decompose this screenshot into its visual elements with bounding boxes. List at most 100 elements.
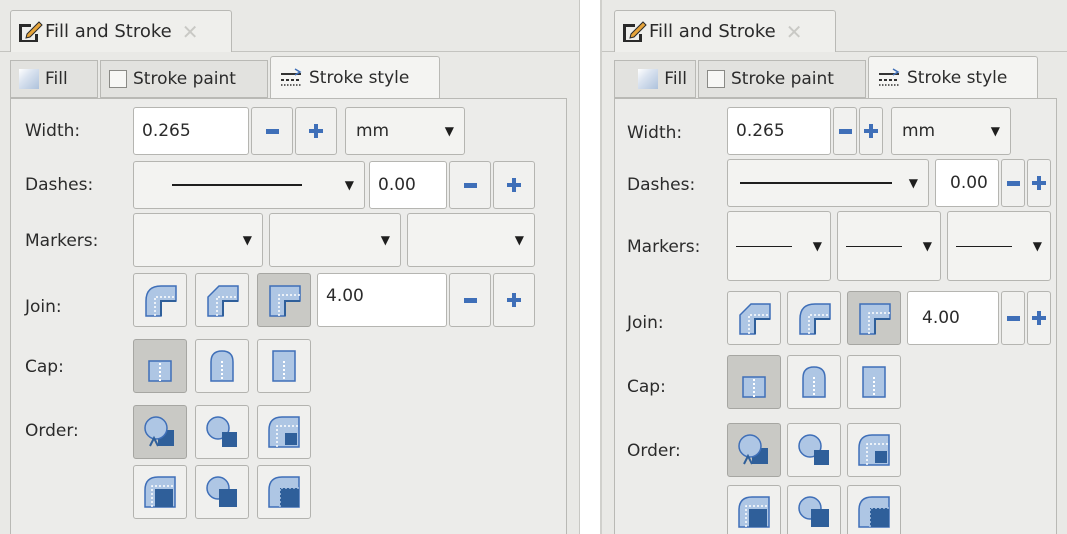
width-label: Width: [25, 121, 81, 141]
tab-stroke-paint[interactable]: Stroke paint [100, 60, 268, 98]
fill-icon [19, 69, 39, 89]
order-fill-markers-stroke-button[interactable] [727, 485, 781, 534]
tab-fill-label: Fill [45, 69, 68, 89]
plus-icon [1032, 176, 1046, 190]
close-icon[interactable]: ✕ [182, 20, 199, 44]
dash-pattern-select[interactable]: ▼ [727, 159, 929, 207]
miter-limit-input[interactable]: 4.00 [907, 291, 999, 345]
miter-limit-input[interactable]: 4.00 [317, 273, 447, 327]
cap-butt-icon [742, 376, 766, 398]
tab-fill-label: Fill [664, 69, 687, 89]
miter-limit-decrement-button[interactable] [1001, 291, 1025, 345]
dash-offset-input[interactable]: 0.00 [369, 161, 447, 209]
cap-butt-button[interactable] [133, 339, 187, 393]
order-fill-stroke-markers-button[interactable] [133, 405, 187, 459]
width-increment-button[interactable] [295, 107, 337, 155]
cap-square-button[interactable] [257, 339, 311, 393]
join-bevel-button[interactable] [195, 273, 249, 327]
cap-round-button[interactable] [195, 339, 249, 393]
order-label: Order: [627, 441, 681, 461]
fill-stroke-dialog-right: Fill and Stroke ✕ Fill Stroke paint Stro… [600, 0, 1067, 534]
width-label: Width: [627, 123, 683, 143]
width-decrement-button[interactable] [833, 107, 857, 155]
chevron-down-icon: ▼ [922, 239, 932, 253]
chevron-down-icon: ▼ [514, 233, 524, 247]
miter-limit-increment-button[interactable] [493, 273, 535, 327]
order-markers-stroke-fill-button[interactable] [847, 485, 901, 534]
unit-select[interactable]: mm ▼ [891, 107, 1011, 155]
join-miter-button[interactable] [257, 273, 311, 327]
tab-stroke-paint[interactable]: Stroke paint [698, 60, 866, 98]
order-markers-stroke-fill-button[interactable] [257, 465, 311, 519]
order-fill-stroke-markers-button[interactable] [727, 423, 781, 477]
order-fill-markers-stroke-button[interactable] [133, 465, 187, 519]
tab-fill[interactable]: Fill [614, 60, 696, 98]
cap-butt-button[interactable] [727, 355, 781, 409]
mid-marker-select[interactable]: ▼ [837, 211, 941, 281]
order-normal-icon [144, 416, 174, 447]
width-input[interactable]: 0.265 [727, 107, 831, 155]
dialog-tab[interactable]: Fill and Stroke ✕ [614, 10, 836, 52]
end-marker-select[interactable]: ▼ [947, 211, 1051, 281]
join-miter-icon [269, 285, 301, 317]
dash-offset-input[interactable]: 0.00 [935, 159, 999, 207]
miter-limit-decrement-button[interactable] [449, 273, 491, 327]
start-marker-select[interactable]: ▼ [133, 213, 263, 267]
minus-icon [265, 128, 279, 134]
tab-stroke-style[interactable]: Stroke style [270, 56, 440, 98]
order-markers-fill-stroke-button[interactable] [257, 405, 311, 459]
stroke-style-page: Width: 0.265 mm ▼ Dashes: ▼ 0.00 Markers… [614, 98, 1057, 534]
tab-stroke-style[interactable]: Stroke style [868, 56, 1038, 98]
width-input[interactable]: 0.265 [133, 107, 249, 155]
order-stroke-markers-icon [798, 496, 829, 527]
join-bevel-button[interactable] [787, 291, 841, 345]
subtab-bar: Fill Stroke paint Stroke style [614, 56, 1040, 98]
order-markers-stroke-icon [858, 496, 890, 528]
cap-round-icon [802, 366, 826, 398]
order-stroke-fill-markers-button[interactable] [195, 405, 249, 459]
order-stroke-markers-fill-button[interactable] [195, 465, 249, 519]
cap-label: Cap: [25, 357, 64, 377]
cap-square-button[interactable] [847, 355, 901, 409]
dialog-title: Fill and Stroke [45, 21, 172, 42]
width-decrement-button[interactable] [251, 107, 293, 155]
pen-icon [19, 20, 43, 42]
join-bevel-icon [207, 285, 239, 317]
join-round-button[interactable] [727, 291, 781, 345]
close-icon[interactable]: ✕ [786, 20, 803, 44]
dialog-title: Fill and Stroke [649, 21, 776, 42]
start-marker-select[interactable]: ▼ [727, 211, 831, 281]
dash-offset-increment-button[interactable] [493, 161, 535, 209]
dash-offset-increment-button[interactable] [1027, 159, 1051, 207]
order-stroke-fill-markers-button[interactable] [787, 423, 841, 477]
unit-select[interactable]: mm ▼ [345, 107, 465, 155]
order-markers-first-icon [268, 416, 300, 448]
end-marker-select[interactable]: ▼ [407, 213, 535, 267]
join-round-icon [799, 303, 831, 335]
dashes-label: Dashes: [25, 175, 94, 195]
mid-marker-select[interactable]: ▼ [269, 213, 401, 267]
order-stroke-markers-fill-button[interactable] [787, 485, 841, 534]
minus-icon [1006, 180, 1020, 186]
order-fill-markers-icon [144, 476, 176, 508]
join-label: Join: [627, 313, 664, 333]
chevron-down-icon: ▼ [908, 176, 918, 190]
stroke-paint-icon [109, 70, 127, 88]
chevron-down-icon: ▼ [344, 178, 354, 192]
join-round-button[interactable] [133, 273, 187, 327]
tab-fill[interactable]: Fill [10, 60, 98, 98]
cap-square-icon [272, 350, 296, 382]
miter-limit-increment-button[interactable] [1027, 291, 1051, 345]
join-miter-button[interactable] [847, 291, 901, 345]
order-markers-fill-stroke-button[interactable] [847, 423, 901, 477]
chevron-down-icon: ▼ [1032, 239, 1042, 253]
dialog-tab[interactable]: Fill and Stroke ✕ [10, 10, 232, 52]
width-increment-button[interactable] [859, 107, 883, 155]
dash-pattern-select[interactable]: ▼ [133, 161, 365, 209]
dash-offset-decrement-button[interactable] [1001, 159, 1025, 207]
join-round-icon [145, 285, 177, 317]
subtab-bar: Fill Stroke paint Stroke style [10, 56, 442, 98]
order-stroke-fill-icon [206, 416, 237, 447]
dash-offset-decrement-button[interactable] [449, 161, 491, 209]
cap-round-button[interactable] [787, 355, 841, 409]
